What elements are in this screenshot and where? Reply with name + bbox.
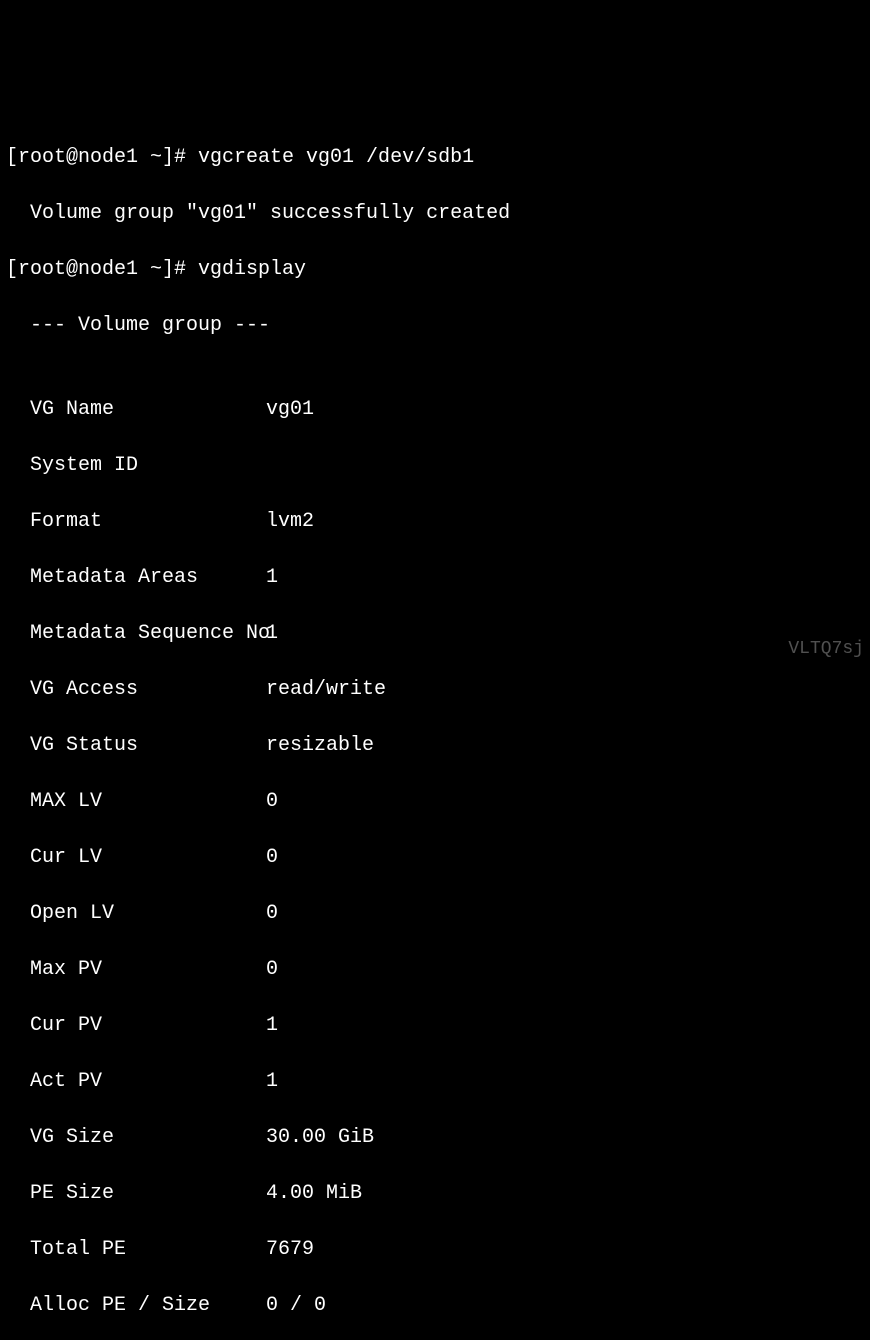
section-header: --- Volume group --- <box>6 312 864 340</box>
label: Total PE <box>6 1236 266 1264</box>
value: 1 <box>266 620 864 648</box>
label: VG Name <box>6 396 266 424</box>
label: VG Access <box>6 676 266 704</box>
label: Metadata Areas <box>6 564 266 592</box>
row-vg-size: VG Size30.00 GiB <box>6 1124 864 1152</box>
label: VG Status <box>6 732 266 760</box>
row-cur-lv: Cur LV0 <box>6 844 864 872</box>
row-max-lv: MAX LV0 <box>6 788 864 816</box>
shell-prompt: [root@node1 ~]# <box>6 258 198 281</box>
prompt-line-2[interactable]: [root@node1 ~]# vgdisplay <box>6 256 864 284</box>
label: Cur LV <box>6 844 266 872</box>
prompt-line-1[interactable]: [root@node1 ~]# vgcreate vg01 /dev/sdb1 <box>6 144 864 172</box>
value: 7679 <box>266 1236 864 1264</box>
row-total-pe: Total PE7679 <box>6 1236 864 1264</box>
row-vg-access: VG Accessread/write <box>6 676 864 704</box>
row-alloc-pe: Alloc PE / Size0 / 0 <box>6 1292 864 1320</box>
command-input: vgcreate vg01 /dev/sdb1 <box>198 146 474 169</box>
label: MAX LV <box>6 788 266 816</box>
value: 1 <box>266 1012 864 1040</box>
value: lvm2 <box>266 508 864 536</box>
value: 1 <box>266 1068 864 1096</box>
value: read/write <box>266 676 864 704</box>
row-cur-pv: Cur PV1 <box>6 1012 864 1040</box>
label: Cur PV <box>6 1012 266 1040</box>
command-input: vgdisplay <box>198 258 306 281</box>
value: 0 <box>266 844 864 872</box>
value: 30.00 GiB <box>266 1124 864 1152</box>
label: Max PV <box>6 956 266 984</box>
row-vg-name: VG Namevg01 <box>6 396 864 424</box>
value: 0 <box>266 788 864 816</box>
row-format: Formatlvm2 <box>6 508 864 536</box>
value: resizable <box>266 732 864 760</box>
row-open-lv: Open LV0 <box>6 900 864 928</box>
terminal-output: [root@node1 ~]# vgcreate vg01 /dev/sdb1 … <box>6 116 864 1340</box>
row-act-pv: Act PV1 <box>6 1068 864 1096</box>
row-max-pv: Max PV0 <box>6 956 864 984</box>
label: Open LV <box>6 900 266 928</box>
shell-prompt: [root@node1 ~]# <box>6 146 198 169</box>
label: System ID <box>6 452 266 480</box>
value: 0 <box>266 956 864 984</box>
row-system-id: System ID <box>6 452 864 480</box>
label: Alloc PE / Size <box>6 1292 266 1320</box>
label: PE Size <box>6 1180 266 1208</box>
label: Format <box>6 508 266 536</box>
value: 0 <box>266 900 864 928</box>
value <box>266 452 864 480</box>
row-pe-size: PE Size4.00 MiB <box>6 1180 864 1208</box>
label: VG Size <box>6 1124 266 1152</box>
value: vg01 <box>266 396 864 424</box>
value: 1 <box>266 564 864 592</box>
value: 0 / 0 <box>266 1292 864 1320</box>
row-vg-status: VG Statusresizable <box>6 732 864 760</box>
vgcreate-output: Volume group "vg01" successfully created <box>6 200 864 228</box>
label: Act PV <box>6 1068 266 1096</box>
row-metadata-seq: Metadata Sequence No1 <box>6 620 864 648</box>
value: 4.00 MiB <box>266 1180 864 1208</box>
row-metadata-areas: Metadata Areas1 <box>6 564 864 592</box>
label: Metadata Sequence No <box>6 620 266 648</box>
